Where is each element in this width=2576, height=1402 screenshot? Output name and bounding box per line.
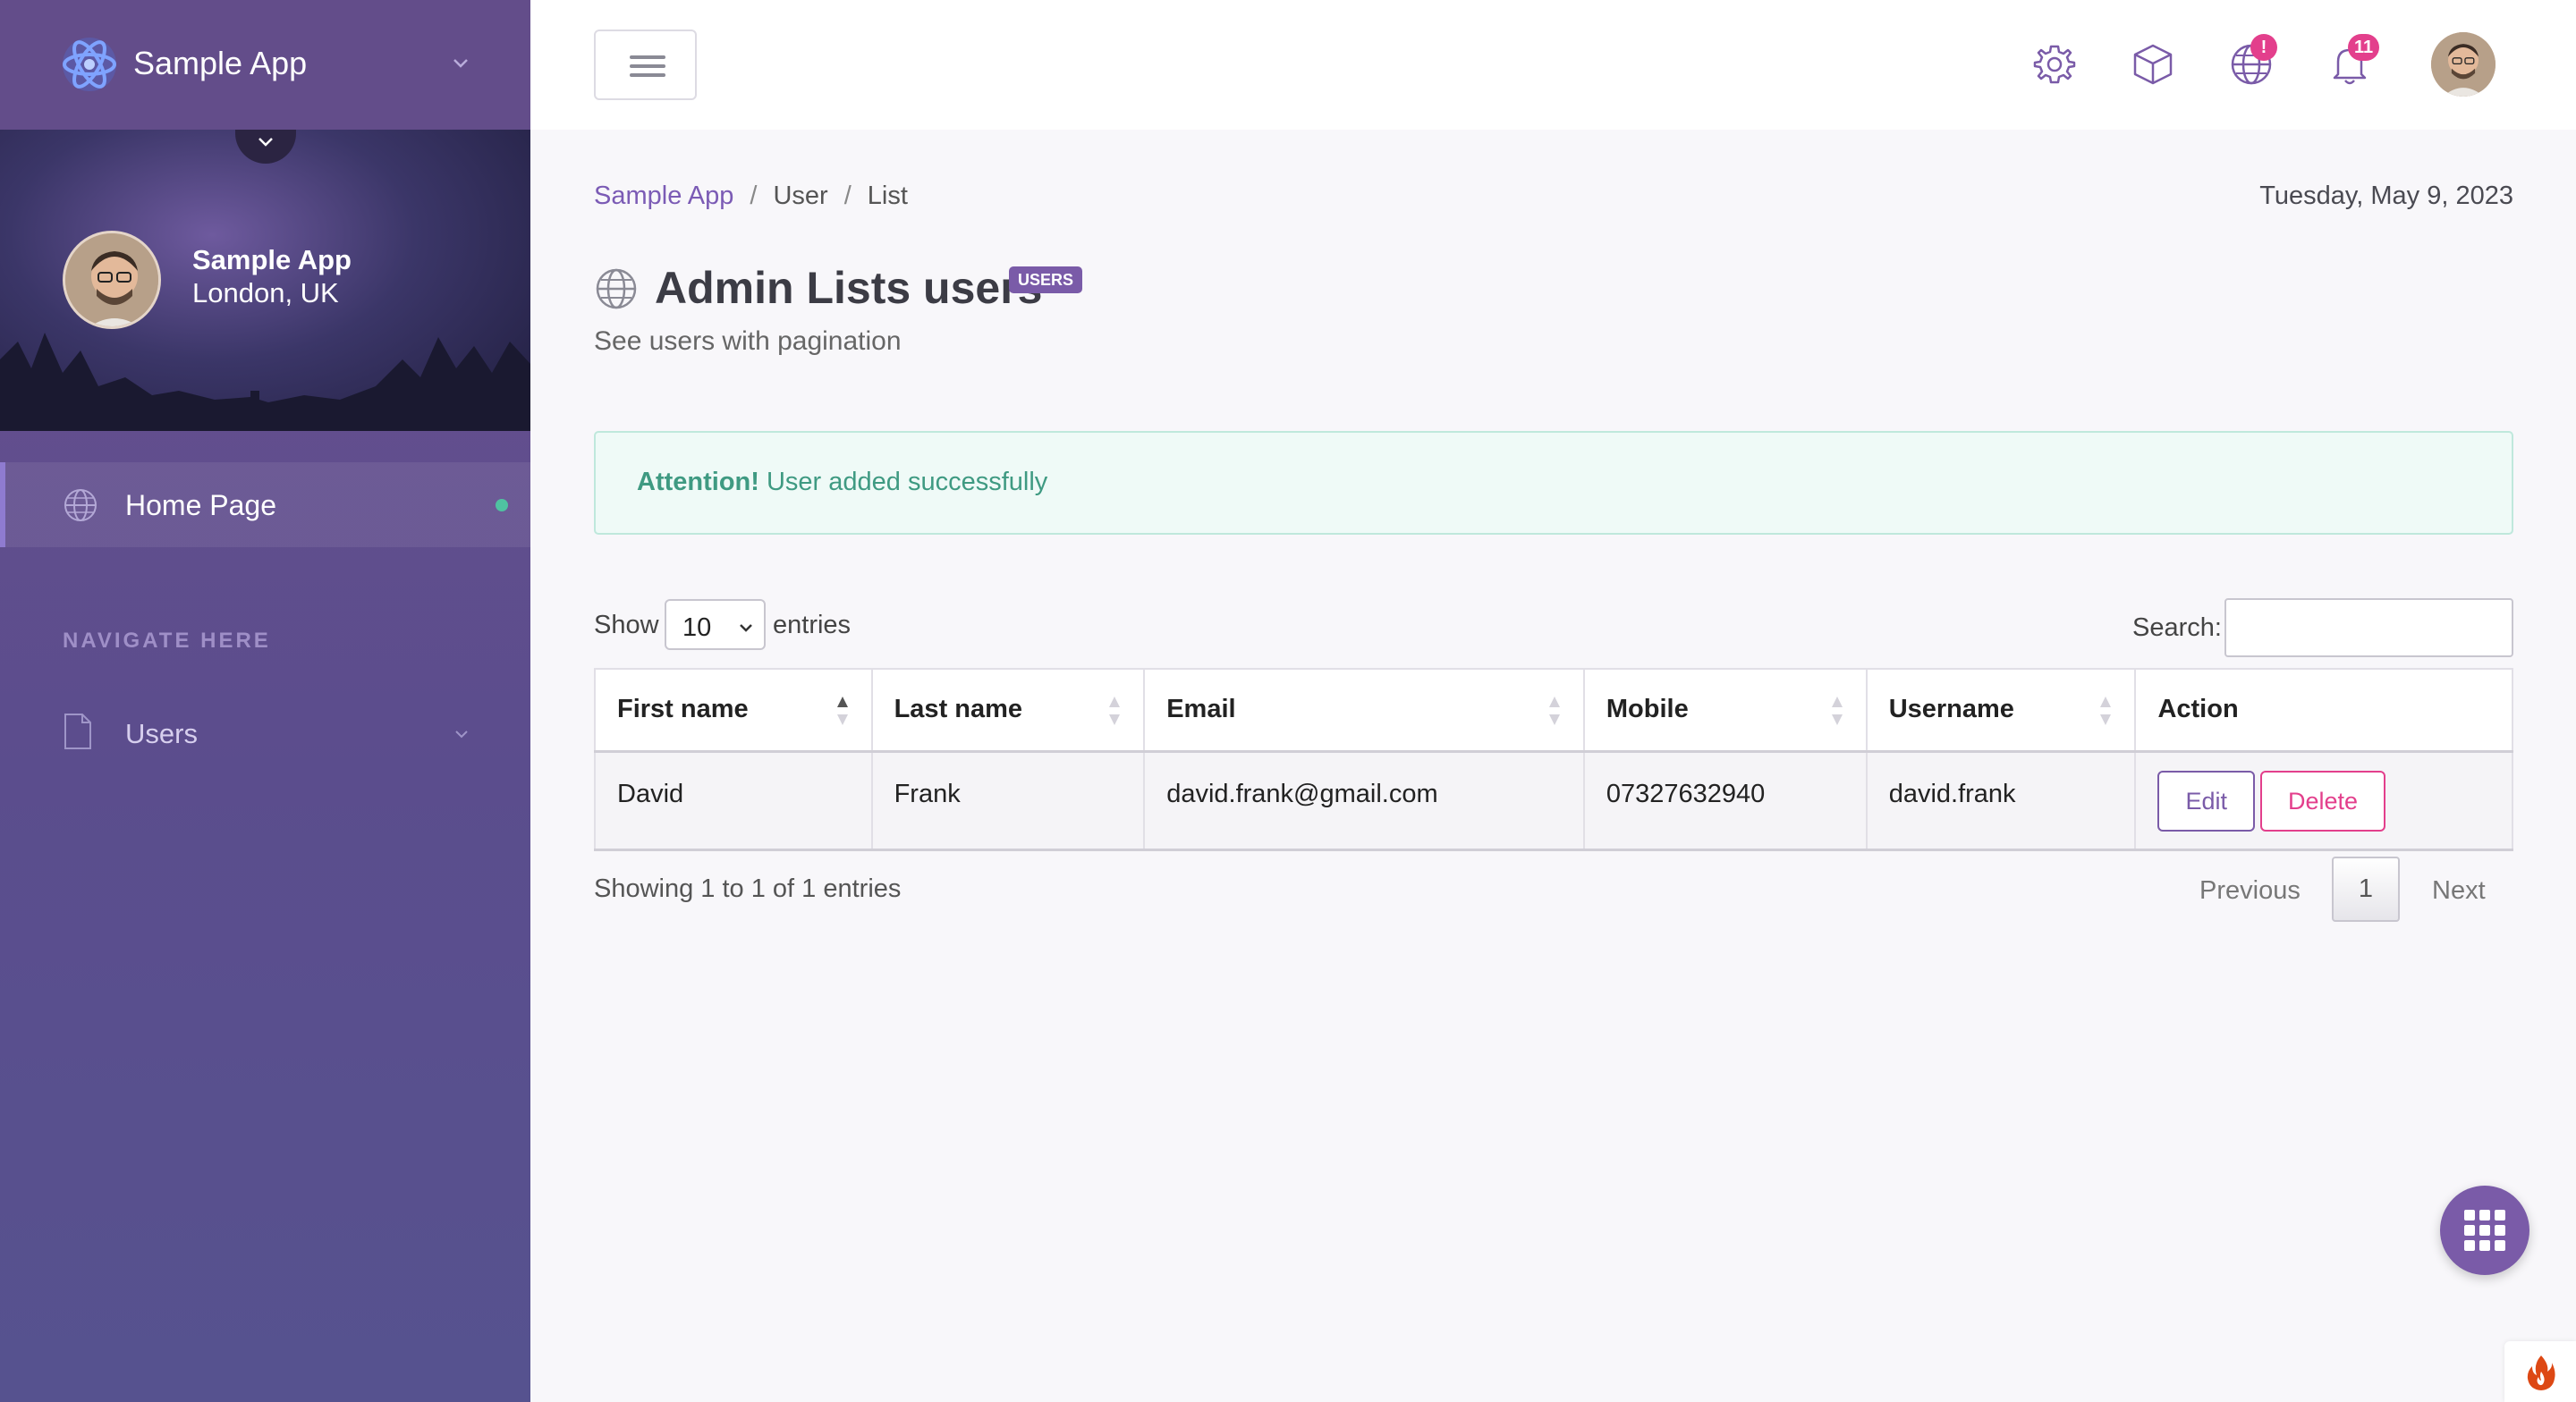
column-header-last-name[interactable]: Last name bbox=[870, 668, 1146, 753]
page-size-select[interactable]: 10 bbox=[665, 599, 766, 650]
alert-text: Attention! User added successfully bbox=[637, 468, 1047, 497]
delete-button[interactable]: Delete bbox=[2259, 770, 2386, 832]
search-input[interactable] bbox=[2224, 598, 2513, 657]
table-row: David Frank david.frank@gmail.com 073276… bbox=[594, 750, 2513, 850]
sidebar-item-home[interactable]: Home Page bbox=[0, 462, 530, 547]
notifications-badge: 11 bbox=[2348, 34, 2380, 61]
breadcrumb-root-link[interactable]: Sample App bbox=[594, 182, 733, 210]
column-header-username[interactable]: Username bbox=[1865, 668, 2137, 753]
page-title-strong: Admin bbox=[655, 263, 794, 313]
page-title: Admin Lists users bbox=[655, 262, 1042, 314]
alert-strong: Attention! bbox=[637, 468, 759, 496]
breadcrumb-user[interactable]: User bbox=[773, 182, 827, 210]
sort-icon bbox=[1109, 697, 1121, 725]
apps-fab-button[interactable] bbox=[2440, 1186, 2529, 1275]
user-avatar[interactable] bbox=[2431, 32, 2496, 97]
breadcrumb-separator: / bbox=[843, 182, 852, 210]
forest-silhouette bbox=[0, 333, 530, 431]
table-header-row: First name Last name Email Mobile Userna… bbox=[594, 668, 2513, 753]
previous-page-button[interactable]: Previous bbox=[2199, 876, 2301, 906]
sidebar-brand[interactable]: Sample App bbox=[0, 0, 530, 130]
sidebar-item-users[interactable]: Users bbox=[0, 706, 530, 760]
entries-label: entries bbox=[773, 611, 852, 639]
gear-icon[interactable] bbox=[2032, 42, 2077, 87]
chevron-down-icon bbox=[455, 731, 468, 739]
chevron-down-icon[interactable] bbox=[449, 52, 472, 75]
profile-location: London, UK bbox=[192, 277, 339, 308]
brand-name: Sample App bbox=[133, 45, 308, 81]
cell-mobile: 07327632940 bbox=[1582, 750, 1868, 850]
alert-message: User added successfully bbox=[766, 468, 1048, 496]
cell-first-name: David bbox=[594, 750, 873, 850]
cell-actions: Edit Delete bbox=[2134, 750, 2513, 850]
active-indicator bbox=[496, 499, 508, 511]
chevron-down-icon bbox=[258, 138, 273, 147]
column-header-action: Action bbox=[2134, 668, 2513, 753]
search-label: Search: bbox=[2132, 613, 2222, 642]
chevron-down-icon bbox=[740, 624, 752, 632]
column-header-email[interactable]: Email bbox=[1143, 668, 1585, 753]
flame-icon bbox=[2527, 1356, 2555, 1390]
grid-icon bbox=[2464, 1210, 2505, 1251]
sort-icon bbox=[1831, 697, 1843, 725]
cell-username: david.frank bbox=[1865, 750, 2137, 850]
sort-icon bbox=[2100, 697, 2112, 725]
sort-asc-icon bbox=[836, 697, 848, 725]
breadcrumb-separator: / bbox=[750, 182, 758, 210]
column-header-first-name[interactable]: First name bbox=[594, 668, 873, 753]
users-badge: USERS bbox=[1009, 266, 1083, 293]
atom-logo-icon bbox=[63, 38, 116, 91]
profile-toggle-button[interactable] bbox=[235, 130, 296, 164]
sidebar-item-label: Home Page bbox=[125, 489, 276, 521]
sidebar: Sample App Sample App London, UK Home Pa… bbox=[0, 0, 530, 1402]
column-header-mobile[interactable]: Mobile bbox=[1582, 668, 1868, 753]
breadcrumb-current: List bbox=[867, 182, 908, 210]
globe-icon bbox=[64, 489, 97, 521]
column-header-label: Last name bbox=[894, 695, 1023, 724]
sidebar-item-label: Users bbox=[125, 718, 198, 749]
profile-name: Sample App bbox=[192, 244, 352, 275]
column-header-label: First name bbox=[617, 695, 749, 724]
column-header-label: Mobile bbox=[1606, 695, 1689, 724]
current-date: Tuesday, May 9, 2023 bbox=[2259, 182, 2513, 210]
success-alert: Attention! User added successfully bbox=[594, 431, 2513, 535]
edit-button[interactable]: Edit bbox=[2157, 770, 2255, 832]
avatar-face-icon bbox=[65, 233, 158, 326]
sort-icon bbox=[1548, 697, 1560, 725]
column-header-label: Action bbox=[2157, 695, 2239, 724]
current-page-button[interactable]: 1 bbox=[2332, 857, 2400, 922]
avatar-face-icon bbox=[2431, 32, 2496, 97]
page-title-rest: Lists users bbox=[806, 263, 1043, 313]
cell-email: david.frank@gmail.com bbox=[1143, 750, 1585, 850]
profile-avatar[interactable] bbox=[63, 231, 161, 329]
globe-badge: ! bbox=[2250, 34, 2277, 61]
debug-toolbar-toggle[interactable] bbox=[2504, 1341, 2576, 1402]
top-header: ! 11 bbox=[530, 0, 2576, 130]
cell-last-name: Frank bbox=[870, 750, 1146, 850]
globe-icon bbox=[596, 268, 637, 309]
page-subtitle: See users with pagination bbox=[594, 326, 902, 356]
column-header-label: Email bbox=[1166, 695, 1236, 724]
profile-panel: Sample App London, UK bbox=[0, 130, 530, 431]
users-table: First name Last name Email Mobile Userna… bbox=[594, 668, 2513, 851]
breadcrumb: Sample App / User / List bbox=[594, 182, 908, 211]
page-size-value: 10 bbox=[682, 613, 712, 642]
cube-icon[interactable] bbox=[2131, 42, 2175, 87]
file-icon bbox=[64, 714, 91, 749]
menu-toggle-button[interactable] bbox=[594, 30, 697, 100]
column-header-label: Username bbox=[1888, 695, 2014, 724]
next-page-button[interactable]: Next bbox=[2432, 876, 2486, 906]
pagination-info: Showing 1 to 1 of 1 entries bbox=[594, 874, 902, 903]
sidebar-section-heading: NAVIGATE HERE bbox=[63, 629, 271, 653]
show-label: Show bbox=[594, 611, 659, 639]
